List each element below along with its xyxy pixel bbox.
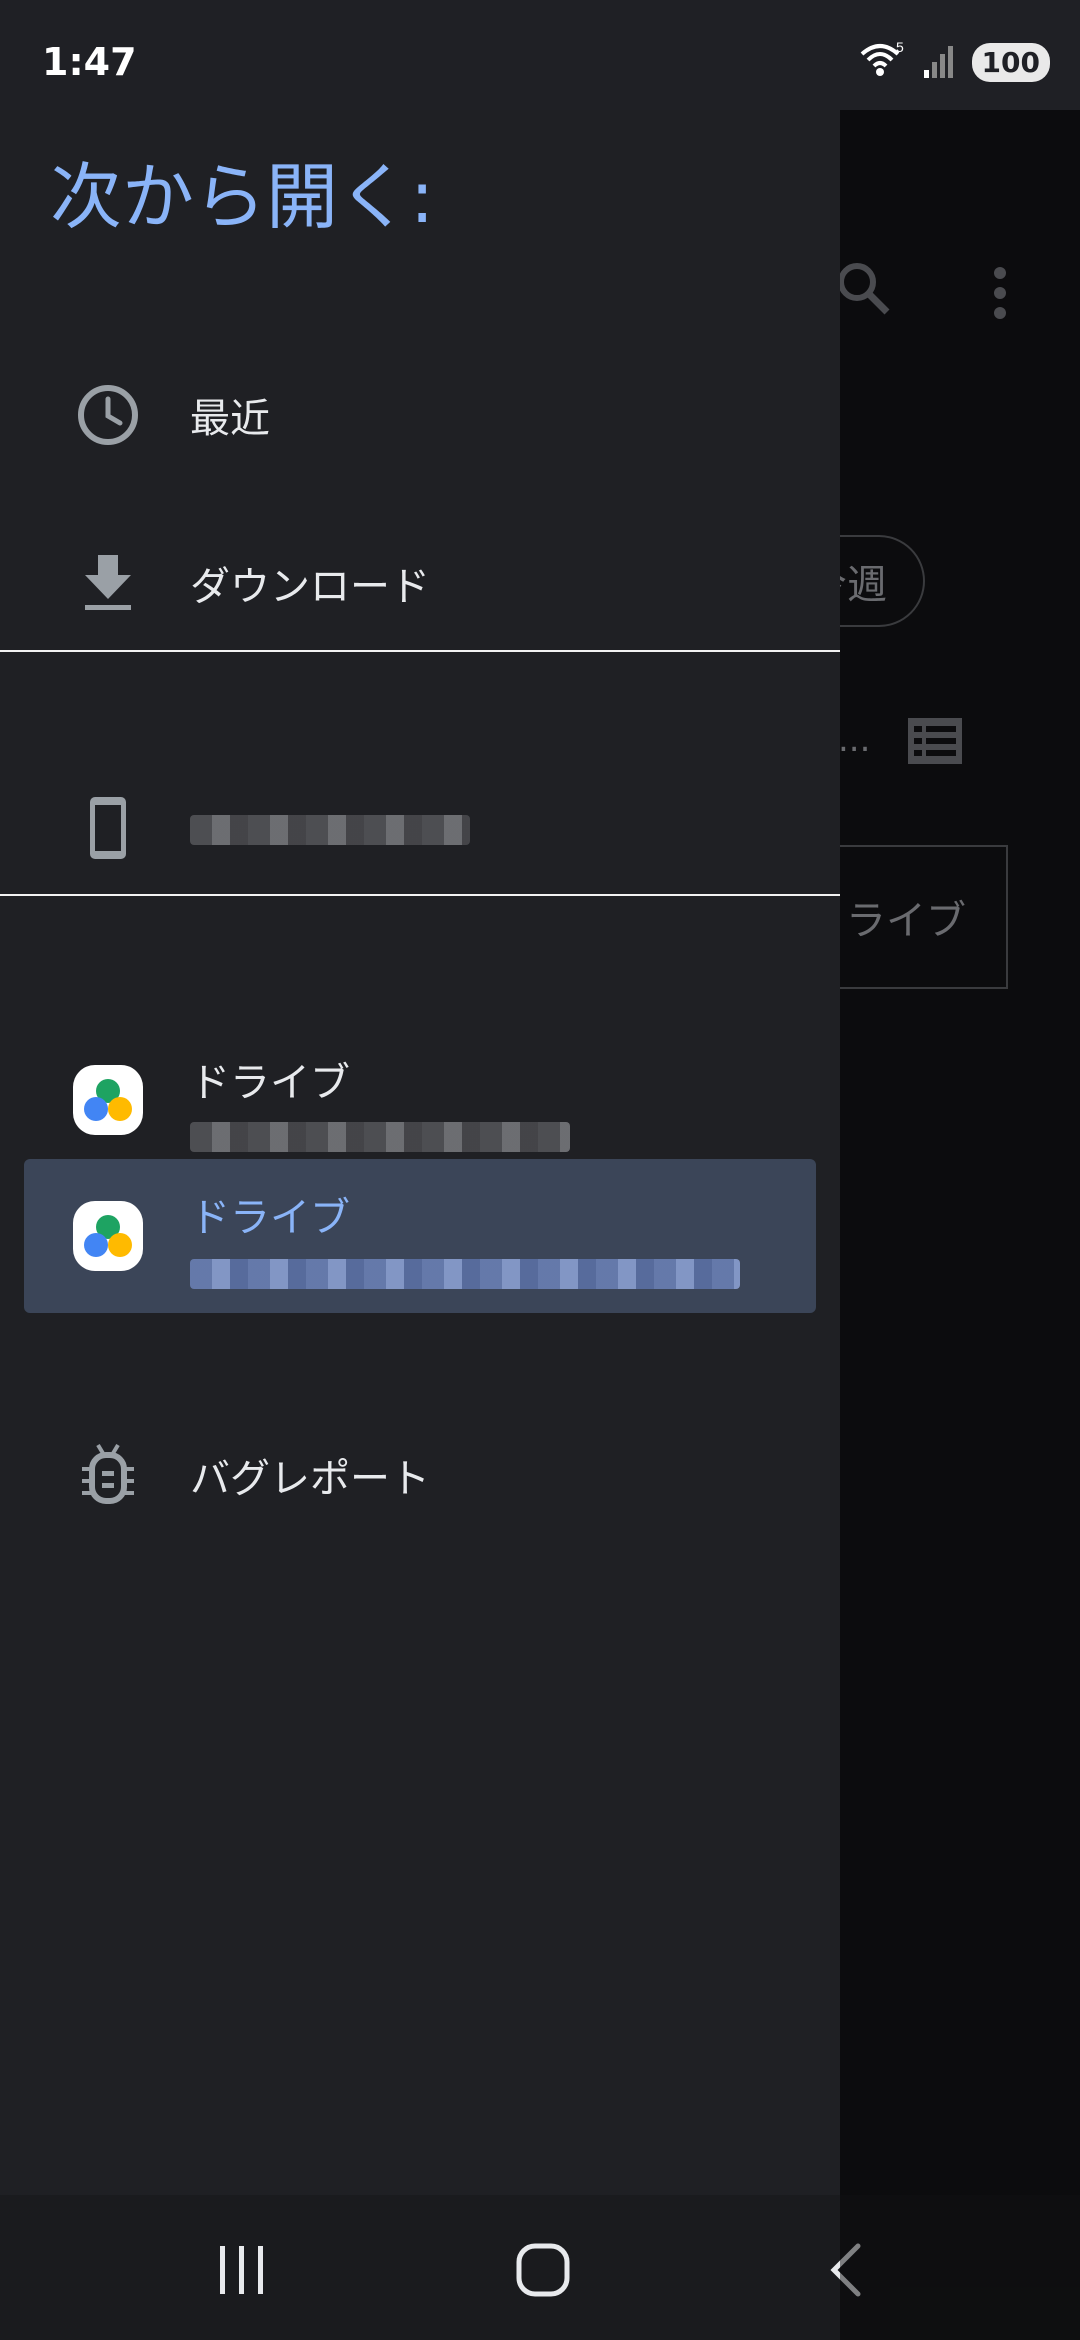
download-icon: [72, 547, 144, 619]
divider: [0, 650, 840, 652]
drawer-item-label: ダウンロード: [190, 564, 430, 610]
recents-icon: [220, 2246, 263, 2294]
home-button[interactable]: [503, 2235, 583, 2305]
account-email-redacted: [190, 1259, 740, 1289]
bug-icon: [72, 1439, 144, 1511]
google-drive-icon: [72, 1064, 144, 1136]
drawer-item-bug-report[interactable]: バグレポート: [0, 1420, 840, 1530]
drawer-item-label: ドライブ: [190, 1195, 350, 1241]
clock-icon: [72, 379, 144, 451]
navigation-drawer: 次から開く: 最近 ダウンロード ドライブ ドライブ バグレポート: [0, 110, 840, 2195]
wifi-icon: 5: [858, 39, 908, 84]
drive-logo: [73, 1065, 143, 1135]
status-time: 1:47: [42, 40, 137, 84]
drawer-item-drive-account[interactable]: ドライブ: [0, 1030, 840, 1170]
drawer-item-downloads[interactable]: ダウンロード: [0, 528, 840, 638]
drawer-item-label: バグレポート: [190, 1456, 430, 1502]
truncated-text: ...: [838, 720, 871, 760]
drawer-item-label: ドライブ: [190, 1060, 350, 1106]
phone-icon: [72, 792, 144, 864]
more-options-icon: [990, 265, 1010, 325]
wifi-badge: 5: [896, 40, 904, 55]
search-icon: [835, 260, 891, 320]
battery-indicator: 100: [971, 42, 1050, 82]
scrim: [840, 2195, 1080, 2340]
account-email-redacted: [190, 1122, 570, 1152]
list-view-icon: [908, 718, 962, 768]
home-icon: [516, 2243, 570, 2297]
google-drive-icon: [72, 1200, 144, 1272]
drawer-item-device[interactable]: [0, 773, 840, 883]
system-nav-bar: [0, 2195, 1080, 2340]
device-name-redacted: [190, 815, 470, 845]
status-icons: 5 100: [858, 39, 1050, 84]
divider: [0, 894, 840, 896]
drawer-item-drive-account-selected[interactable]: ドライブ: [0, 1159, 840, 1313]
drive-logo: [73, 1201, 143, 1271]
drawer-title: 次から開く:: [50, 155, 435, 239]
signal-icon: [922, 42, 958, 82]
drawer-item-recent[interactable]: 最近: [0, 360, 840, 470]
drawer-item-label: 最近: [190, 396, 270, 442]
recents-button[interactable]: [202, 2235, 282, 2305]
status-bar: 1:47 5 100: [0, 0, 1080, 110]
